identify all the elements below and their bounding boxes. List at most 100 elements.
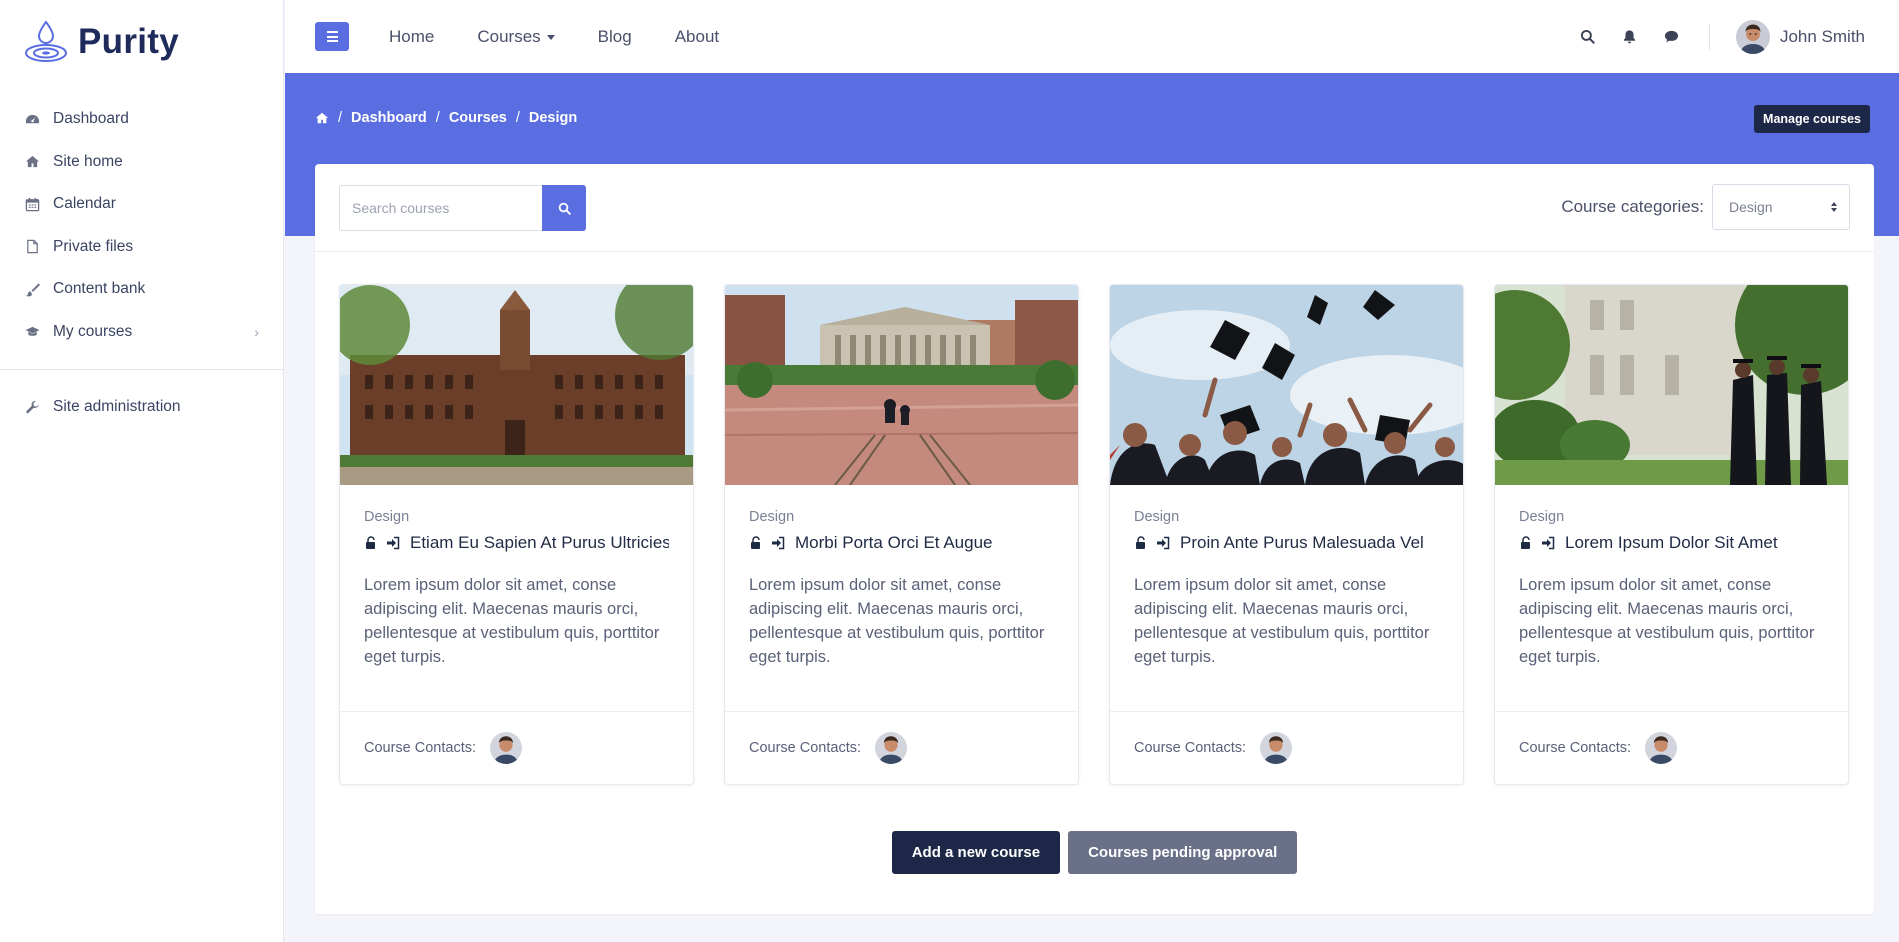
card-body: Design Etiam Eu Sapien At Purus Ultricie… — [340, 485, 693, 669]
course-card[interactable]: Design Proin Ante Purus Malesuada Vel Lo… — [1109, 284, 1464, 785]
unlock-icon — [364, 536, 378, 550]
card-body: Design Lorem Ipsum Dolor Sit Amet Lorem … — [1495, 485, 1848, 669]
course-description: Lorem ipsum dolor sit amet, conse adipis… — [1519, 576, 1815, 666]
nav-link-home[interactable]: Home — [389, 27, 434, 47]
breadcrumb-separator: / — [515, 110, 520, 126]
course-contacts-label: Course Contacts: — [364, 740, 477, 756]
course-category: Design — [749, 509, 795, 525]
course-category: Design — [1134, 509, 1180, 525]
caret-down-icon — [546, 34, 555, 40]
sidebar-item-label: Site home — [53, 152, 123, 170]
top-right-tools: John Smith — [1555, 0, 1865, 73]
top-navbar: Home Courses Blog About John Smith — [285, 0, 1899, 73]
sidebar-item-label: Content bank — [53, 280, 146, 298]
course-title: Morbi Porta Orci Et Augue — [795, 533, 993, 552]
nav-link-courses[interactable]: Courses — [477, 26, 555, 47]
water-drop-logo-icon — [25, 20, 67, 62]
course-contacts-label: Course Contacts: — [749, 740, 862, 756]
search-button[interactable] — [542, 185, 586, 231]
sidebar-item-content-bank[interactable]: Content bank — [0, 268, 283, 311]
sidebar-item-private-files[interactable]: Private files — [0, 226, 283, 269]
category-select[interactable]: Design — [1712, 184, 1850, 230]
sidebar-item-site-home[interactable]: Site home — [0, 141, 283, 184]
course-title-link[interactable]: Lorem Ipsum Dolor Sit Amet — [1519, 533, 1824, 553]
dashboard-icon — [24, 111, 40, 127]
contact-avatar[interactable] — [1645, 732, 1678, 764]
nav-link-label: Courses — [477, 26, 541, 46]
course-description: Lorem ipsum dolor sit amet, conse adipis… — [749, 576, 1045, 666]
unlock-icon — [749, 536, 763, 550]
sign-in-icon — [1541, 536, 1555, 550]
brush-icon — [24, 281, 40, 297]
nav-link-blog[interactable]: Blog — [598, 27, 632, 47]
sidebar-item-label: Site administration — [53, 398, 181, 416]
breadcrumb: / Dashboard / Courses / Design — [315, 110, 577, 126]
course-title-link[interactable]: Proin Ante Purus Malesuada Vel — [1134, 533, 1439, 553]
sidebar-item-calendar[interactable]: Calendar — [0, 183, 283, 226]
contact-avatar[interactable] — [875, 732, 908, 764]
contact-avatar[interactable] — [490, 732, 523, 764]
bell-icon[interactable] — [1621, 28, 1639, 46]
divider — [1708, 23, 1710, 50]
nav-link-about[interactable]: About — [675, 27, 719, 47]
unlock-icon — [1519, 536, 1533, 550]
sidebar-item-label: Calendar — [53, 195, 116, 213]
course-card[interactable]: Design Morbi Porta Orci Et Augue Lorem i… — [724, 284, 1079, 785]
sidebar: Purity Dashboard Site home Calendar Priv… — [0, 0, 284, 942]
course-category: Design — [364, 509, 410, 525]
user-name[interactable]: John Smith — [1780, 27, 1865, 47]
category-label: Course categories: — [1561, 197, 1704, 216]
course-contacts: Course Contacts: — [1495, 711, 1848, 784]
user-avatar[interactable] — [1735, 19, 1770, 54]
sidebar-item-my-courses[interactable]: My courses › — [0, 311, 283, 354]
sidebar-item-dashboard[interactable]: Dashboard — [0, 98, 283, 141]
sidebar-divider — [0, 369, 283, 370]
search-input[interactable] — [339, 185, 542, 231]
course-image[interactable] — [1495, 285, 1849, 485]
breadcrumb-separator: / — [338, 110, 343, 126]
chat-icon[interactable] — [1663, 28, 1681, 46]
course-contacts: Course Contacts: — [340, 711, 693, 784]
course-title-link[interactable]: Etiam Eu Sapien At Purus Ultricies — [364, 533, 669, 553]
sidebar-toggle-button[interactable] — [315, 22, 349, 51]
course-title: Proin Ante Purus Malesuada Vel — [1180, 533, 1424, 552]
sign-in-icon — [1156, 536, 1170, 550]
course-contacts-label: Course Contacts: — [1134, 740, 1247, 756]
breadcrumb-separator: / — [435, 110, 440, 126]
course-title: Lorem Ipsum Dolor Sit Amet — [1565, 533, 1778, 552]
breadcrumb-item-design[interactable]: Design — [529, 110, 577, 126]
sidebar-nav: Dashboard Site home Calendar Private fil… — [0, 98, 283, 353]
course-image[interactable] — [725, 285, 1079, 485]
course-list-panel: Course categories: Design — [315, 164, 1874, 914]
breadcrumb-item-courses[interactable]: Courses — [449, 110, 507, 126]
calendar-icon — [24, 196, 40, 212]
courses-pending-approval-button[interactable]: Courses pending approval — [1068, 831, 1298, 874]
contact-avatar[interactable] — [1260, 732, 1293, 764]
chevron-right-icon: › — [254, 323, 259, 340]
course-card[interactable]: Design Etiam Eu Sapien At Purus Ultricie… — [339, 284, 694, 785]
card-body: Design Morbi Porta Orci Et Augue Lorem i… — [725, 485, 1078, 669]
brand-logo[interactable]: Purity — [0, 0, 283, 84]
course-image[interactable] — [1110, 285, 1464, 485]
graduation-cap-icon — [24, 324, 40, 340]
add-new-course-button[interactable]: Add a new course — [891, 831, 1061, 874]
sidebar-admin-nav: Site administration — [0, 386, 283, 429]
home-icon[interactable] — [315, 111, 329, 125]
course-description: Lorem ipsum dolor sit amet, conse adipis… — [1134, 576, 1430, 666]
sidebar-item-site-administration[interactable]: Site administration — [0, 386, 283, 429]
search-icon[interactable] — [1579, 28, 1597, 46]
course-title: Etiam Eu Sapien At Purus Ultricies — [410, 533, 669, 552]
breadcrumb-item-dashboard[interactable]: Dashboard — [351, 110, 427, 126]
file-icon — [24, 239, 40, 255]
manage-courses-button[interactable]: Manage courses — [1754, 105, 1870, 133]
panel-toolbar: Course categories: Design — [315, 164, 1874, 252]
course-title-link[interactable]: Morbi Porta Orci Et Augue — [749, 533, 1054, 553]
home-icon — [24, 154, 40, 170]
course-card[interactable]: Design Lorem Ipsum Dolor Sit Amet Lorem … — [1494, 284, 1849, 785]
course-search — [339, 185, 586, 231]
course-cards: Design Etiam Eu Sapien At Purus Ultricie… — [339, 284, 1849, 785]
hamburger-icon — [326, 30, 338, 44]
course-image[interactable] — [340, 285, 694, 485]
course-contacts: Course Contacts: — [1110, 711, 1463, 784]
search-icon — [558, 202, 571, 215]
